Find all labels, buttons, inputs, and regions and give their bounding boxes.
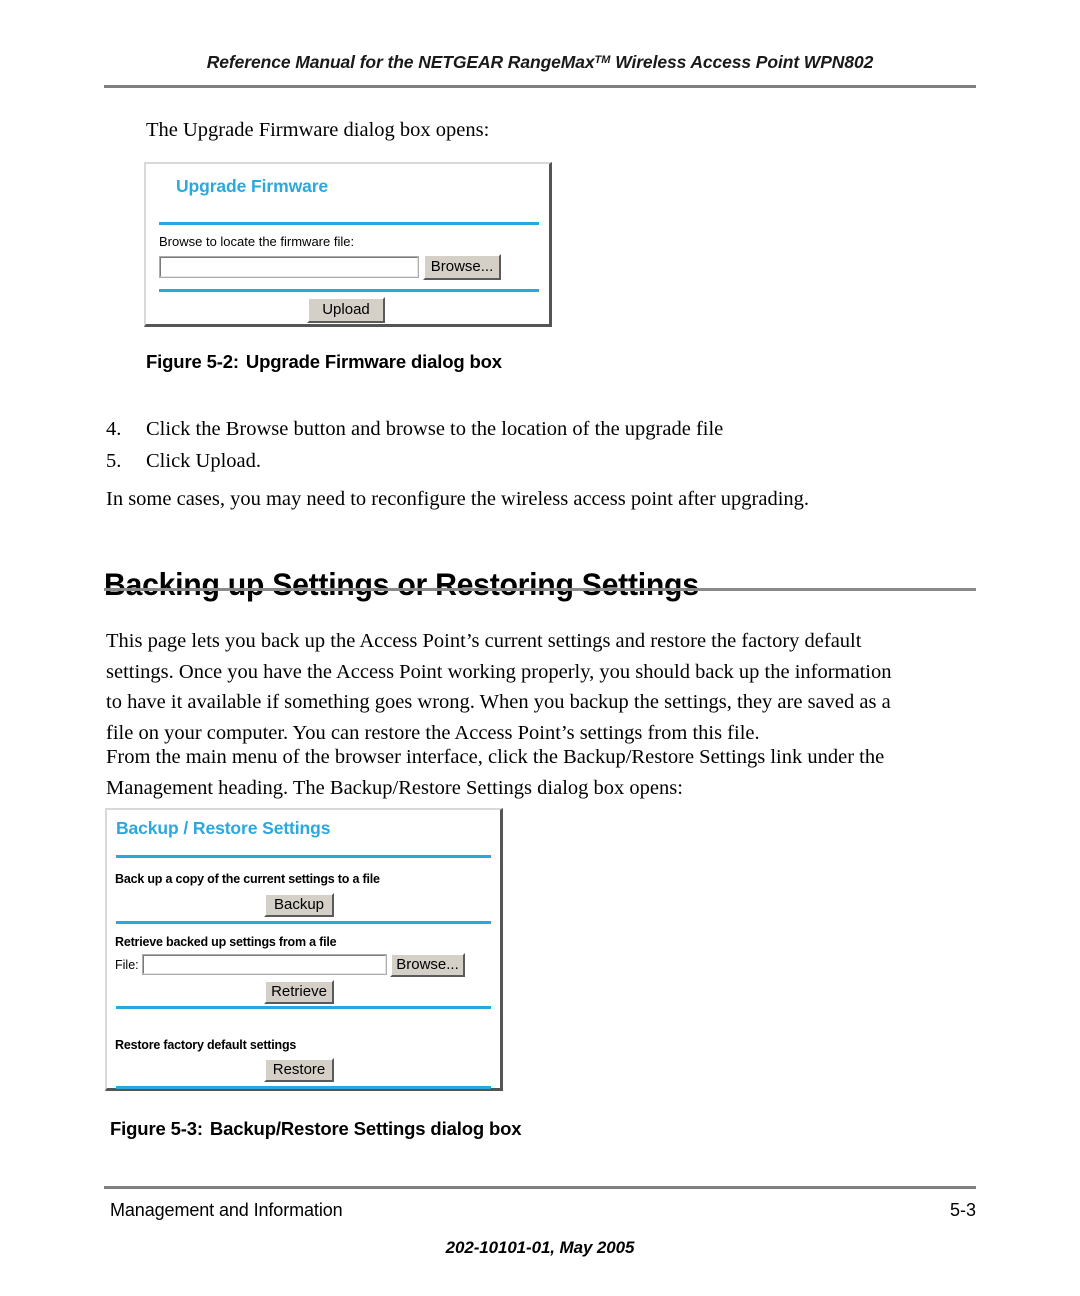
footer-document-id: 202-10101-01, May 2005 — [445, 1238, 635, 1257]
footer-chapter-label: Management and Information — [110, 1200, 343, 1220]
backup-section-label: Back up a copy of the current settings t… — [115, 872, 380, 886]
backup-restore-title: Backup / Restore Settings — [116, 818, 331, 838]
upgrade-divider-top — [159, 222, 539, 225]
figure-5-2-number: Figure 5-2: — [146, 351, 239, 372]
step-number: 4. — [106, 418, 122, 440]
header-rule — [104, 85, 976, 88]
retrieve-button[interactable]: Retrieve — [264, 980, 334, 1004]
figure-5-3-number: Figure 5-3: — [110, 1118, 203, 1139]
firmware-upload-button[interactable]: Upload — [307, 297, 385, 323]
document-page: Reference Manual for the NETGEAR RangeMa… — [0, 0, 1080, 1296]
restore-button[interactable]: Restore — [264, 1058, 334, 1082]
step-text: Click the Browse button and browse to th… — [146, 418, 724, 440]
retrieve-section-label: Retrieve backed up settings from a file — [115, 935, 337, 949]
step-text: Click Upload. — [146, 450, 262, 472]
firmware-file-label: Browse to locate the firmware file: — [159, 234, 355, 249]
backup-browse-button[interactable]: Browse... — [390, 953, 465, 977]
step-number: 5. — [106, 450, 122, 472]
trademark-symbol: TM — [594, 54, 611, 66]
section-heading-rule — [104, 588, 976, 591]
backup-restore-dialog: Backup / Restore Settings Back up a copy… — [105, 808, 503, 1091]
firmware-browse-button[interactable]: Browse... — [423, 254, 501, 280]
backup-divider-1 — [116, 855, 491, 858]
running-header: Reference Manual for the NETGEAR RangeMa… — [104, 52, 976, 73]
upgrade-divider-bottom — [159, 289, 539, 292]
list-item: 5. Click Upload. — [106, 446, 976, 477]
running-header-text-pre: Reference Manual for the NETGEAR RangeMa… — [206, 52, 595, 72]
figure-5-3-caption: Figure 5-3: Backup/Restore Settings dialo… — [110, 1118, 522, 1140]
upgrade-firmware-dialog: Upgrade Firmware Browse to locate the fi… — [144, 162, 552, 327]
backup-file-input[interactable] — [142, 954, 387, 975]
footer-rule — [104, 1186, 976, 1189]
intro-paragraph: The Upgrade Firmware dialog box opens: — [146, 119, 490, 141]
backup-button[interactable]: Backup — [264, 893, 334, 917]
figure-5-2-caption: Figure 5-2: Upgrade Firmware dialog box — [146, 351, 502, 373]
upgrade-firmware-dialog-body: Upgrade Firmware Browse to locate the fi… — [146, 164, 549, 324]
figure-5-2-title: Upgrade Firmware dialog box — [245, 351, 502, 372]
firmware-file-input[interactable] — [159, 256, 419, 278]
restore-section-label: Restore factory default settings — [115, 1038, 297, 1052]
backup-divider-2 — [116, 921, 491, 924]
running-header-text-post: Wireless Access Point WPN802 — [610, 52, 874, 72]
page-number: 5-3 — [949, 1200, 976, 1220]
file-field-label: File: — [115, 958, 139, 972]
section-paragraph-2: From the main menu of the browser interf… — [106, 746, 885, 799]
backup-divider-4 — [116, 1086, 491, 1089]
section-heading: Backing up Settings or Restoring Setting… — [104, 566, 699, 603]
list-item: 4. Click the Browse button and browse to… — [106, 414, 976, 445]
section-paragraph-1: This page lets you back up the Access Po… — [106, 630, 892, 744]
procedure-steps: 4. Click the Browse button and browse to… — [106, 414, 976, 478]
figure-5-3-title: Backup/Restore Settings dialog box — [209, 1118, 522, 1139]
post-steps-paragraph: In some cases, you may need to reconfigu… — [106, 488, 810, 510]
upgrade-firmware-title: Upgrade Firmware — [176, 176, 329, 196]
backup-restore-dialog-body: Backup / Restore Settings Back up a copy… — [107, 810, 500, 1089]
backup-divider-3 — [116, 1006, 491, 1009]
